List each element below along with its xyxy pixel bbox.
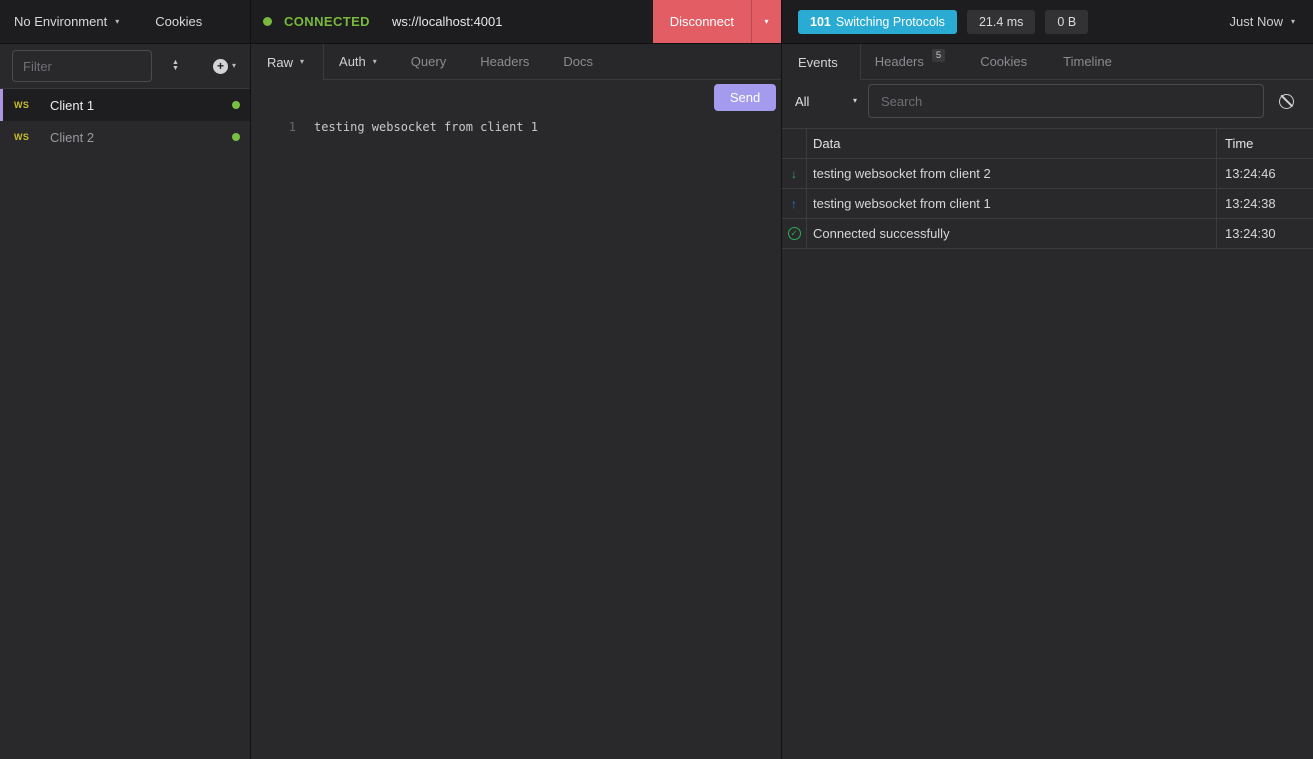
tab-events[interactable]: Events xyxy=(782,44,861,80)
editor-text: testing websocket from client 1 xyxy=(314,120,538,135)
recency-label: Just Now xyxy=(1230,14,1283,29)
plus-circle-icon: + xyxy=(213,59,228,74)
time-column-header: Time xyxy=(1217,129,1313,158)
chevron-down-icon: ▾ xyxy=(764,18,768,26)
event-type-select[interactable]: All ▾ xyxy=(795,94,857,109)
disconnect-button[interactable]: Disconnect xyxy=(653,0,751,43)
tab-response-headers[interactable]: Headers5 xyxy=(875,54,944,69)
chevron-down-icon: ▾ xyxy=(853,97,857,105)
sidebar-filter-row: ▲ ▼ + ▾ xyxy=(0,44,250,89)
table-row[interactable]: ↑ testing websocket from client 1 13:24:… xyxy=(782,189,1313,219)
headers-count-badge: 5 xyxy=(932,49,945,62)
tab-timeline[interactable]: Timeline xyxy=(1063,54,1112,69)
sidebar-item-client-1[interactable]: WS Client 1 xyxy=(0,89,250,121)
icon-column-header xyxy=(782,129,807,158)
tab-docs[interactable]: Docs xyxy=(563,54,593,69)
event-type-value: All xyxy=(795,94,809,109)
events-table: Data Time ↓ testing websocket from clien… xyxy=(782,128,1313,249)
response-panel: 101 Switching Protocols 21.4 ms 0 B Just… xyxy=(782,0,1313,759)
sort-down-glyph: ▼ xyxy=(172,66,179,72)
environment-selector[interactable]: No Environment ▾ xyxy=(0,14,119,29)
table-row[interactable]: ↓ testing websocket from client 2 13:24:… xyxy=(782,159,1313,189)
search-input[interactable] xyxy=(868,84,1264,118)
response-status-bar: 101 Switching Protocols 21.4 ms 0 B Just… xyxy=(782,0,1313,44)
connected-icon: ✓ xyxy=(782,219,807,248)
tab-query[interactable]: Query xyxy=(411,54,446,69)
table-row[interactable]: ✓ Connected successfully 13:24:30 xyxy=(782,219,1313,249)
status-code-badge: 101 Switching Protocols xyxy=(798,10,957,34)
status-code: 101 xyxy=(810,15,831,29)
selection-bar xyxy=(0,89,3,121)
sidebar-item-client-2[interactable]: WS Client 2 xyxy=(0,121,250,153)
chevron-down-icon: ▾ xyxy=(1291,18,1295,26)
event-time: 13:24:30 xyxy=(1217,219,1313,248)
tab-response-cookies[interactable]: Cookies xyxy=(980,54,1027,69)
tab-auth-label: Auth xyxy=(339,54,366,69)
status-text: Switching Protocols xyxy=(836,15,945,29)
ws-method-badge: WS xyxy=(14,100,40,110)
line-number: 1 xyxy=(251,120,296,135)
event-time: 13:24:46 xyxy=(1217,159,1313,188)
cookies-button[interactable]: Cookies xyxy=(155,14,202,29)
response-tabs: Headers5 Cookies Timeline xyxy=(861,44,1313,80)
tab-headers[interactable]: Headers xyxy=(480,54,529,69)
event-time: 13:24:38 xyxy=(1217,189,1313,218)
clear-events-icon[interactable] xyxy=(1279,94,1294,109)
body-type-selector[interactable]: Raw ▾ xyxy=(251,44,324,80)
event-data: testing websocket from client 2 xyxy=(807,159,1217,188)
events-filter-row: All ▾ xyxy=(782,80,1313,122)
connection-bar: CONNECTED ws://localhost:4001 Disconnect… xyxy=(251,0,781,44)
tab-headers-label: Headers xyxy=(875,54,924,69)
ws-method-badge: WS xyxy=(14,132,40,142)
event-data: Connected successfully xyxy=(807,219,1217,248)
connected-dot-icon xyxy=(232,101,240,109)
check-glyph: ✓ xyxy=(790,229,797,238)
arrow-up-icon: ↑ xyxy=(791,198,797,210)
environment-label: No Environment xyxy=(14,14,107,29)
message-sent-icon: ↑ xyxy=(782,189,807,218)
chevron-down-icon: ▾ xyxy=(115,18,119,26)
add-request-button[interactable]: + ▾ xyxy=(213,59,236,74)
status-dot-icon xyxy=(263,17,272,26)
request-tab-row: Raw ▾ Auth ▾ Query Headers Docs xyxy=(251,44,781,80)
send-button[interactable]: Send xyxy=(714,84,776,111)
sidebar: No Environment ▾ Cookies ▲ ▼ + ▾ WS Clie… xyxy=(0,0,251,759)
connection-status: CONNECTED xyxy=(284,14,370,29)
chevron-down-icon: ▾ xyxy=(232,62,236,70)
editor-line: 1 testing websocket from client 1 xyxy=(251,120,781,135)
recency-selector[interactable]: Just Now ▾ xyxy=(1230,14,1295,29)
chevron-down-icon: ▾ xyxy=(373,58,377,66)
message-editor[interactable]: Send 1 testing websocket from client 1 xyxy=(251,80,781,759)
sidebar-topbar: No Environment ▾ Cookies xyxy=(0,0,250,44)
body-type-label: Raw xyxy=(267,55,293,70)
request-tabs: Auth ▾ Query Headers Docs xyxy=(324,44,781,80)
disconnect-button-group: Disconnect ▾ xyxy=(653,0,781,43)
sort-icon[interactable]: ▲ ▼ xyxy=(172,60,179,72)
arrow-down-icon: ↓ xyxy=(791,168,797,180)
table-header-row: Data Time xyxy=(782,129,1313,159)
websocket-client-app: No Environment ▾ Cookies ▲ ▼ + ▾ WS Clie… xyxy=(0,0,1313,759)
message-received-icon: ↓ xyxy=(782,159,807,188)
tab-auth[interactable]: Auth ▾ xyxy=(339,54,377,69)
filter-input[interactable] xyxy=(12,50,152,82)
response-time-badge: 21.4 ms xyxy=(967,10,1035,34)
connected-dot-icon xyxy=(232,133,240,141)
data-column-header: Data xyxy=(807,129,1217,158)
check-circle-icon: ✓ xyxy=(788,227,801,240)
disconnect-dropdown-button[interactable]: ▾ xyxy=(751,0,781,43)
response-size-badge: 0 B xyxy=(1045,10,1088,34)
websocket-url: ws://localhost:4001 xyxy=(392,14,503,29)
event-data: testing websocket from client 1 xyxy=(807,189,1217,218)
client-name: Client 2 xyxy=(50,130,94,145)
request-panel: CONNECTED ws://localhost:4001 Disconnect… xyxy=(251,0,782,759)
chevron-down-icon: ▾ xyxy=(300,58,304,66)
client-name: Client 1 xyxy=(50,98,94,113)
response-tab-row: Events Headers5 Cookies Timeline xyxy=(782,44,1313,80)
